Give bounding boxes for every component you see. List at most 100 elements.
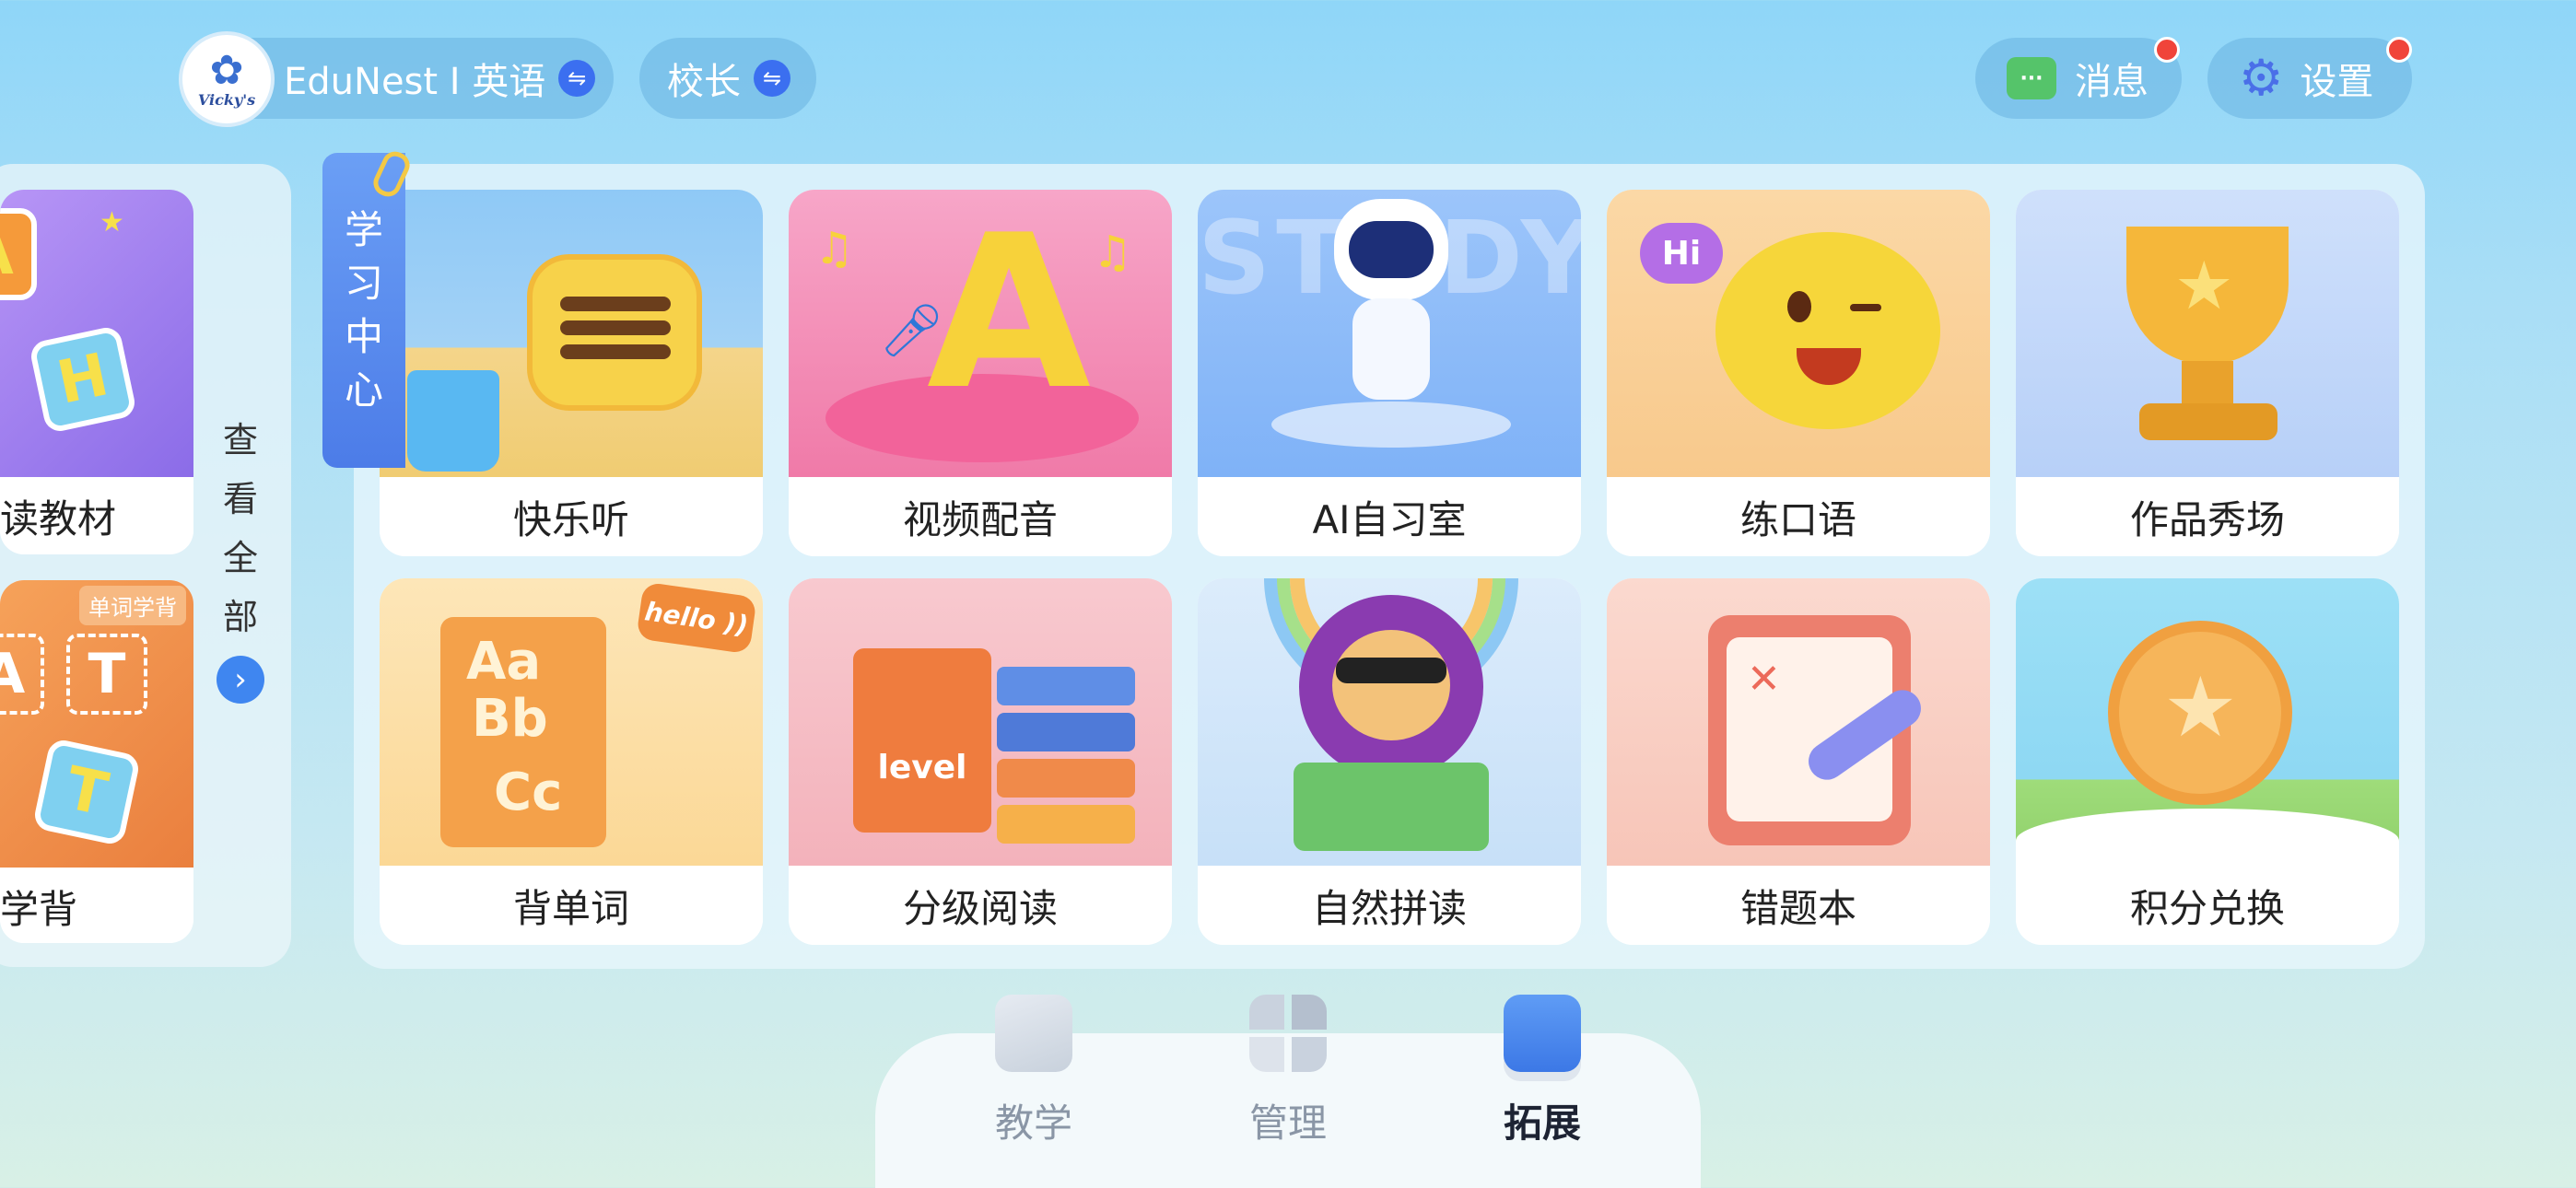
card-phonics[interactable]: 自然拼读 xyxy=(1198,578,1581,945)
gear-icon: ⚙ xyxy=(2239,49,2284,107)
card-label: 练口语 xyxy=(1607,477,1990,556)
platform-icon xyxy=(1271,402,1511,448)
card-speaking-practice[interactable]: Hi 练口语 xyxy=(1607,190,1990,556)
smiley-bubble-icon xyxy=(1715,232,1940,429)
logo-text: Vicky's xyxy=(197,90,256,109)
letter-block: Aa xyxy=(466,632,542,692)
app-logo: ✿ Vicky's xyxy=(179,31,275,127)
card-works-showcase[interactable]: ★ 作品秀场 xyxy=(2016,190,2399,556)
role-switcher[interactable]: 校长 ⇋ xyxy=(639,38,816,119)
card-label: 分级阅读 xyxy=(789,866,1172,945)
lion-face-icon xyxy=(1332,630,1450,740)
trophy-stem xyxy=(2182,361,2233,407)
card-error-book[interactable]: ✕ 错题本 xyxy=(1607,578,1990,945)
card-label: 错题本 xyxy=(1607,866,1990,945)
letter-block: Bb xyxy=(472,689,548,749)
left-card-memorize[interactable]: 单词学背 A T T 学背 xyxy=(0,580,193,943)
letter-a-singer-illustration: A ♫ ♫ 🎤︎ xyxy=(789,190,1172,477)
card-memorize-words[interactable]: Aa Bb Cc hello )) 背单词 xyxy=(380,578,763,945)
card-video-dubbing[interactable]: A ♫ ♫ 🎤︎ 视频配音 xyxy=(789,190,1172,556)
star-icon: ★ xyxy=(2163,659,2238,756)
trophy-base xyxy=(2139,403,2277,440)
letter-a-character: A xyxy=(927,191,1092,437)
lion-reading-illustration xyxy=(1198,578,1581,866)
swap-icon: ⇋ xyxy=(754,60,790,97)
cross-mark-icon: ✕ xyxy=(1747,656,1781,703)
ribbon-char: 习 xyxy=(344,261,383,306)
card-label: 积分兑换 xyxy=(2016,866,2399,945)
book-stack-icon xyxy=(997,667,1135,705)
star-icon: ★ xyxy=(2174,247,2234,324)
learning-center-ribbon: 学 习 中 心 xyxy=(322,153,405,468)
cloud-icon xyxy=(2016,809,2399,866)
left-card-label: 读教材 xyxy=(0,477,193,554)
music-note-icon: ♫ xyxy=(1093,227,1133,278)
ribbon-char: 中 xyxy=(344,314,383,359)
clipboard-illustration: ✕ xyxy=(1607,578,1990,866)
dashed-letter-a: A xyxy=(0,634,44,715)
card-points-exchange[interactable]: ★ 积分兑换 xyxy=(2016,578,2399,945)
grid-icon xyxy=(1249,995,1327,1072)
folder-box-icon xyxy=(1504,995,1581,1072)
messages-button[interactable]: ··· 消息 xyxy=(1975,38,2182,119)
letter-tile-t: T xyxy=(31,737,142,847)
card-graded-reading[interactable]: level 分级阅读 xyxy=(789,578,1172,945)
card-label: 背单词 xyxy=(380,866,763,945)
letter-tile-a: A xyxy=(0,208,37,300)
radio-icon xyxy=(527,254,702,411)
view-all-char: 查 xyxy=(222,420,258,460)
smiley-bubble-illustration: Hi xyxy=(1607,190,1990,477)
nav-tab-teaching[interactable]: 教学 xyxy=(969,995,1098,1179)
memorize-illustration: 单词学背 A T T xyxy=(0,580,193,868)
level-book-icon: level xyxy=(853,648,991,833)
hello-bubble-icon: hello )) xyxy=(636,581,757,655)
book-icon xyxy=(995,995,1072,1072)
org-label: EduNest I 英语 xyxy=(284,61,546,103)
robot-visor xyxy=(1349,221,1434,278)
card-label: 作品秀场 xyxy=(2016,477,2399,556)
textbook-illustration: H A ★ xyxy=(0,190,193,477)
view-all-char: 部 xyxy=(222,597,258,637)
hi-bubble-icon: Hi xyxy=(1640,223,1723,284)
top-bar: EduNest I 英语 ⇋ ✿ Vicky's 校长 ⇋ ··· 消息 ⚙ 设… xyxy=(0,0,2576,157)
role-label: 校长 xyxy=(667,61,741,103)
smiley-eye xyxy=(1787,291,1811,322)
trophy-illustration: ★ xyxy=(2016,190,2399,477)
settings-button[interactable]: ⚙ 设置 xyxy=(2207,38,2412,119)
radio-grill xyxy=(560,297,671,311)
letter-block: Cc xyxy=(494,763,563,822)
flower-icon: ✿ xyxy=(209,46,244,94)
view-all-button[interactable]: 查 看 全 部 › xyxy=(217,411,264,704)
books-stack-illustration: level xyxy=(789,578,1172,866)
view-all-char: 看 xyxy=(222,479,258,519)
ribbon-char: 心 xyxy=(344,367,383,413)
music-note-icon: ♫ xyxy=(814,223,855,274)
nav-label: 教学 xyxy=(994,1101,1072,1146)
card-happy-listening[interactable]: 快乐听 xyxy=(380,190,763,556)
star-icon: ★ xyxy=(100,206,124,239)
left-card-label: 学背 xyxy=(0,868,193,943)
open-book-icon xyxy=(1294,763,1489,851)
left-card-textbook[interactable]: H A ★ 读教材 xyxy=(0,190,193,554)
card-ai-study-room[interactable]: STUDY AI自习室 xyxy=(1198,190,1581,556)
coin-illustration: ★ xyxy=(2016,578,2399,866)
card-label: 视频配音 xyxy=(789,477,1172,556)
settings-badge-dot xyxy=(2386,37,2412,63)
card-tag: 单词学背 xyxy=(79,586,186,625)
nav-tab-expansion[interactable]: 拓展 xyxy=(1478,995,1607,1179)
chevron-right-icon: › xyxy=(217,656,264,704)
pencil-cup-icon xyxy=(407,370,499,472)
radio-illustration xyxy=(380,190,763,477)
card-label: 快乐听 xyxy=(380,477,763,556)
abc-book-illustration: Aa Bb Cc hello )) xyxy=(380,578,763,866)
nav-label: 拓展 xyxy=(1503,1101,1581,1146)
messages-label: 消息 xyxy=(2075,61,2149,103)
ribbon-char: 学 xyxy=(344,207,383,252)
nav-label: 管理 xyxy=(1248,1101,1327,1146)
dashed-letter-t: T xyxy=(66,634,147,715)
smiley-wink xyxy=(1850,304,1881,311)
robot-illustration: STUDY xyxy=(1198,190,1581,477)
sunglasses-icon xyxy=(1336,658,1446,683)
nav-tab-management[interactable]: 管理 xyxy=(1224,995,1352,1179)
view-all-char: 全 xyxy=(222,538,258,578)
